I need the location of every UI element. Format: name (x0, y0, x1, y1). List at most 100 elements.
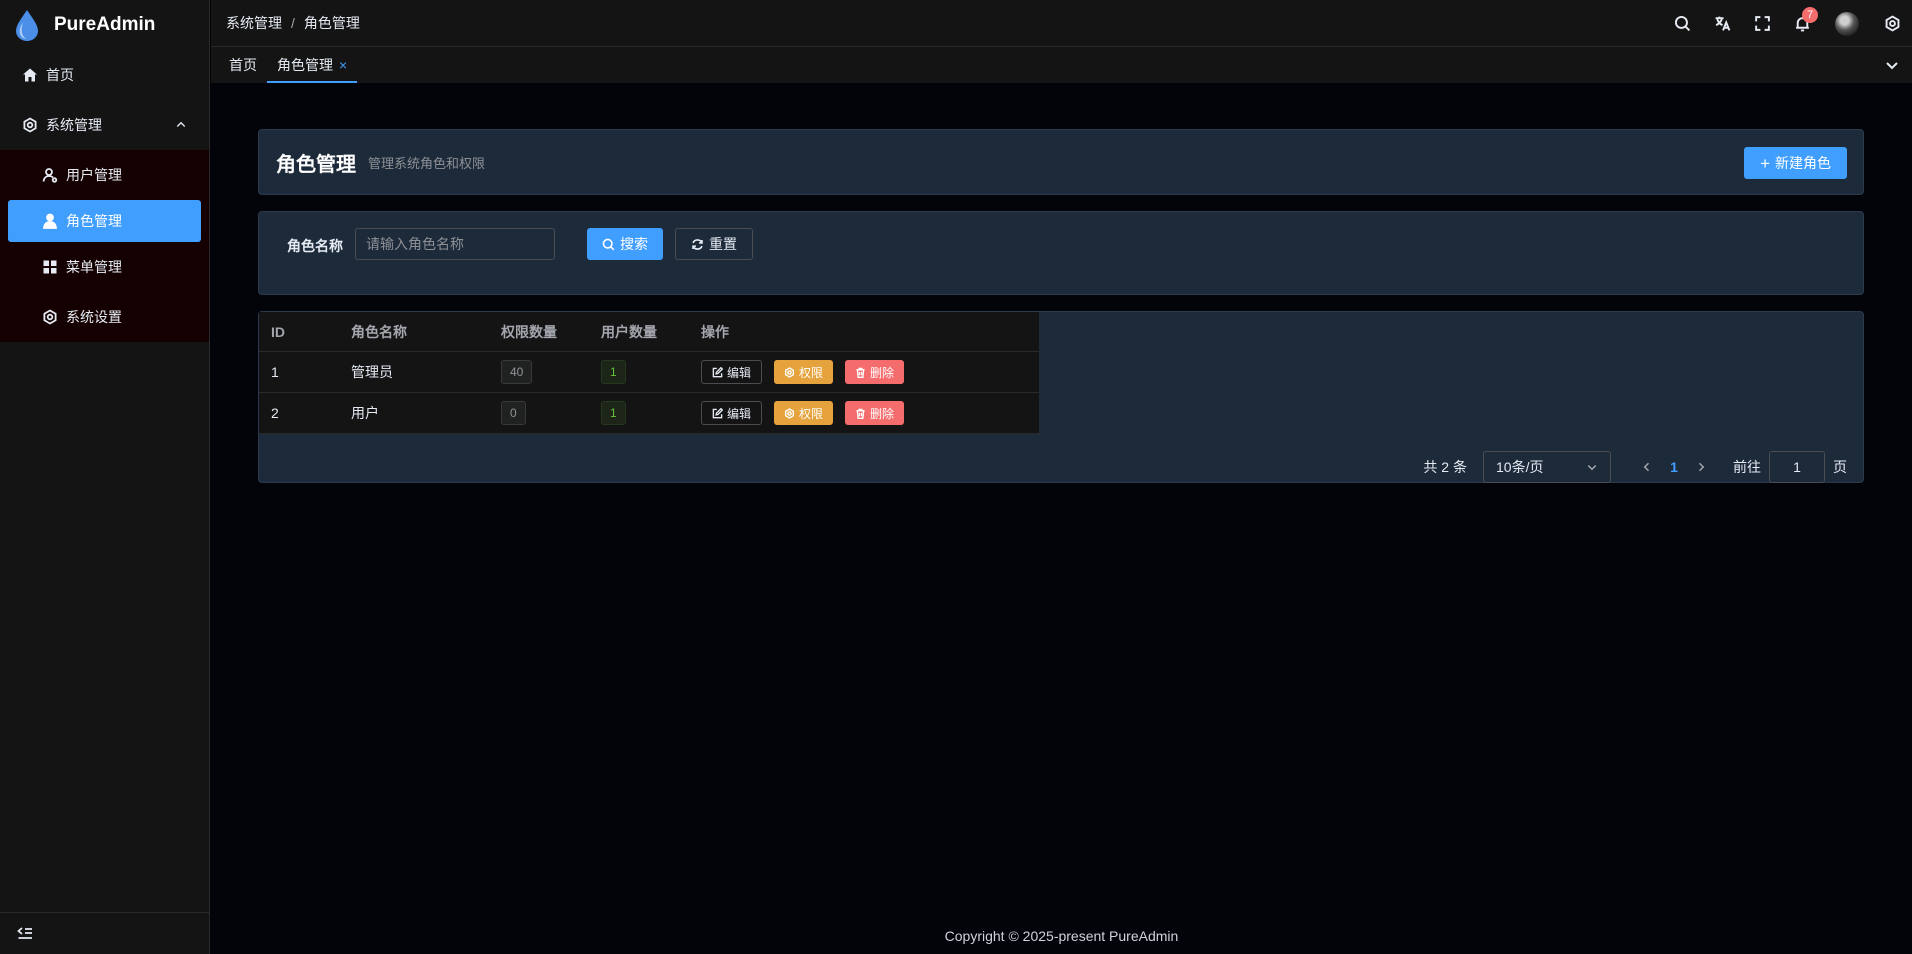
next-page-button[interactable] (1689, 461, 1713, 473)
home-icon (23, 68, 37, 82)
tabs-menu-button[interactable] (1884, 57, 1900, 76)
top-header: 系统管理 / 角色管理 7 (211, 0, 1912, 47)
search-submit-button[interactable]: 搜索 (587, 228, 663, 260)
reset-button[interactable]: 重置 (675, 228, 753, 260)
sidebar-group-label: 系统管理 (46, 117, 102, 133)
user-count-tag: 1 (601, 401, 626, 425)
trash-icon (856, 408, 865, 419)
prev-page-button[interactable] (1635, 461, 1659, 473)
page-title: 角色管理 (276, 153, 356, 176)
page-header-card: 角色管理 管理系统角色和权限 + 新建角色 (258, 129, 1864, 195)
edit-label: 编辑 (727, 406, 752, 421)
tab-roles[interactable]: 角色管理 × (267, 47, 358, 83)
refresh-icon (692, 238, 703, 250)
column-header-name: 角色名称 (351, 323, 407, 340)
user-icon (42, 168, 58, 183)
trash-icon (856, 367, 865, 378)
create-role-button[interactable]: + 新建角色 (1744, 147, 1847, 179)
page-suffix: 页 (1833, 459, 1847, 475)
logo[interactable]: PureAdmin (0, 0, 209, 50)
sidebar-submenu: 用户管理 角色管理 菜单管理 系统设置 (0, 150, 209, 342)
edit-icon (712, 366, 723, 377)
sidebar-item-label: 角色管理 (66, 213, 122, 229)
page-size-select[interactable]: 10条/页 (1483, 451, 1611, 483)
pagination-total: 共 2 条 (1423, 459, 1467, 475)
table-row: 1 管理员 40 1 编辑 权限 删除 (259, 352, 1039, 393)
search-label: 角色名称 (287, 238, 343, 254)
sidebar-collapse-button[interactable] (0, 912, 209, 954)
chevron-left-icon (1643, 462, 1650, 472)
search-card: 角色名称 搜索 重置 (258, 211, 1864, 295)
settings-button[interactable] (1872, 0, 1912, 47)
tab-bar: 首页 角色管理 × (211, 47, 1912, 83)
table-card: ID 角色名称 权限数量 用户数量 操作 1 管理员 40 1 编辑 权限 删除… (258, 311, 1864, 483)
sidebar-item-home[interactable]: 首页 (0, 50, 209, 100)
notification-badge: 7 (1802, 7, 1819, 23)
plus-icon: + (1760, 153, 1770, 173)
translate-icon (1715, 16, 1730, 31)
table-header-row: ID 角色名称 权限数量 用户数量 操作 (259, 312, 1039, 352)
cell-id: 1 (271, 364, 279, 380)
edit-button[interactable]: 编辑 (701, 360, 763, 384)
gear-icon (1885, 15, 1899, 32)
cell-name: 用户 (351, 405, 379, 421)
delete-label: 删除 (870, 365, 895, 380)
close-icon[interactable]: × (339, 57, 347, 73)
page-number-current[interactable]: 1 (1659, 459, 1689, 475)
breadcrumb-parent[interactable]: 系统管理 (226, 13, 282, 33)
chevron-up-icon (176, 121, 186, 127)
reset-button-label: 重置 (709, 236, 737, 252)
search-button-label: 搜索 (620, 236, 648, 252)
pagination: 共 2 条 10条/页 1 前往 页 (1423, 451, 1847, 483)
sidebar-item-roles[interactable]: 角色管理 (8, 200, 201, 242)
column-header-user-count: 用户数量 (601, 323, 657, 340)
notification-button[interactable]: 7 (1782, 0, 1822, 47)
edit-label: 编辑 (727, 365, 752, 380)
perm-count-tag: 0 (501, 401, 526, 425)
sidebar-item-menus[interactable]: 菜单管理 (0, 242, 209, 292)
tab-label: 首页 (229, 57, 257, 73)
permission-button[interactable]: 权限 (774, 360, 834, 384)
tab-home[interactable]: 首页 (219, 47, 267, 83)
sidebar-item-settings[interactable]: 系统设置 (0, 292, 209, 342)
app-title: PureAdmin (54, 14, 156, 35)
gear-icon (23, 117, 37, 133)
logo-icon (16, 10, 38, 41)
table-row: 2 用户 0 1 编辑 权限 删除 (259, 393, 1039, 434)
delete-button[interactable]: 删除 (845, 401, 905, 425)
sidebar: PureAdmin 首页 系统管理 用户管理 角色管理 菜单管理 系统设置 (0, 0, 210, 954)
fullscreen-button[interactable] (1742, 0, 1782, 47)
column-header-perm-count: 权限数量 (501, 323, 557, 340)
permission-label: 权限 (799, 406, 824, 421)
create-role-label: 新建角色 (1775, 155, 1831, 171)
edit-icon (712, 407, 723, 418)
gear-icon (784, 366, 795, 378)
perm-count-tag: 40 (501, 360, 533, 384)
search-button[interactable] (1662, 0, 1702, 47)
page-size-value: 10条/页 (1496, 459, 1544, 475)
user-menu-button[interactable] (1822, 0, 1872, 47)
delete-button[interactable]: 删除 (845, 360, 905, 384)
translate-button[interactable] (1702, 0, 1742, 47)
gear-icon (784, 407, 795, 419)
grid-icon (43, 260, 57, 274)
edit-button[interactable]: 编辑 (701, 401, 763, 425)
chevron-down-icon (1587, 464, 1597, 471)
header-tools: 7 (1662, 0, 1912, 47)
goto-page-input[interactable] (1769, 451, 1825, 483)
roles-table: ID 角色名称 权限数量 用户数量 操作 1 管理员 40 1 编辑 权限 删除… (259, 312, 1039, 434)
sidebar-item-users[interactable]: 用户管理 (0, 150, 209, 200)
main-content: 角色管理 管理系统角色和权限 + 新建角色 角色名称 搜索 重置 ID 角色名称… (211, 83, 1912, 954)
delete-label: 删除 (870, 406, 895, 421)
cell-id: 2 (271, 405, 279, 421)
sidebar-group-system[interactable]: 系统管理 (0, 100, 209, 150)
breadcrumb-separator: / (291, 15, 295, 31)
page-subtitle: 管理系统角色和权限 (368, 155, 486, 171)
role-name-input[interactable] (355, 228, 555, 260)
permission-button[interactable]: 权限 (774, 401, 834, 425)
sidebar-item-label: 首页 (46, 67, 74, 83)
chevron-down-icon (1886, 62, 1898, 70)
tab-label: 角色管理 (277, 57, 333, 73)
breadcrumb-current: 角色管理 (303, 15, 360, 31)
cell-name: 管理员 (351, 364, 393, 380)
